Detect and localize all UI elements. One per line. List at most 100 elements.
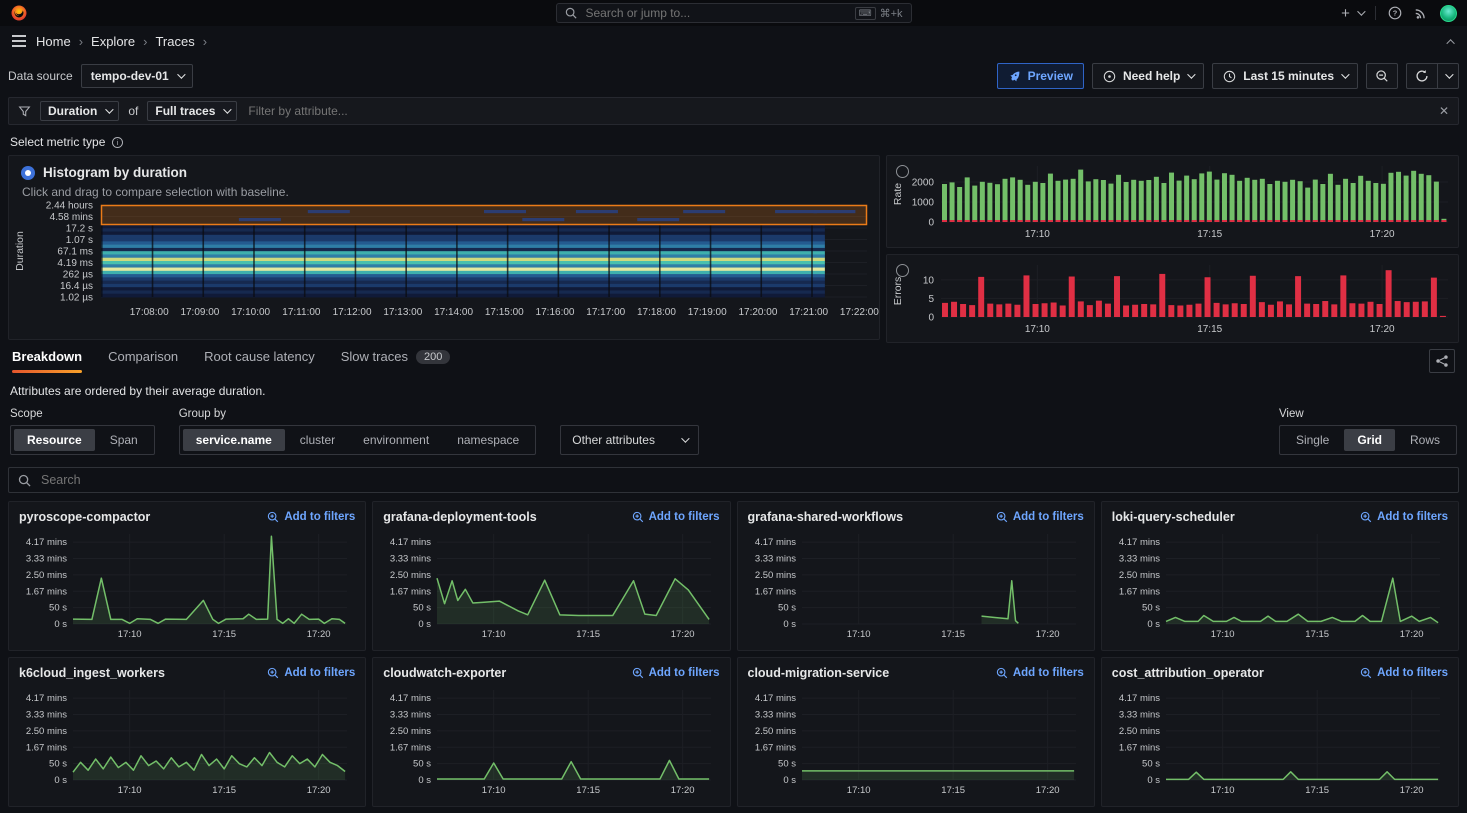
search-icon [18, 474, 31, 487]
svg-text:17:15: 17:15 [577, 629, 601, 640]
svg-text:17:10: 17:10 [482, 629, 506, 640]
add-to-filters-button[interactable]: Add to filters [996, 511, 1084, 523]
errors-radio[interactable] [896, 264, 909, 277]
svg-text:17:20: 17:20 [307, 785, 331, 796]
svg-text:17:20:00: 17:20:00 [738, 307, 777, 318]
svg-text:17:15: 17:15 [1305, 629, 1329, 640]
rate-radio[interactable] [896, 165, 909, 178]
svg-text:3.33 mins: 3.33 mins [1119, 710, 1160, 721]
info-icon[interactable]: i [111, 136, 124, 149]
svg-text:50 s: 50 s [413, 603, 431, 614]
need-help-button[interactable]: Need help [1092, 63, 1204, 89]
tab-root-cause-latency[interactable]: Root cause latency [204, 349, 315, 373]
service-trend-chart[interactable]: 4.17 mins3.33 mins2.50 mins1.67 mins50 s… [19, 684, 355, 798]
service-card: pyroscope-compactorAdd to filters4.17 mi… [8, 501, 366, 651]
service-card-title: cloudwatch-exporter [383, 666, 506, 680]
duration-select[interactable]: Duration [40, 101, 119, 121]
add-to-filters-button[interactable]: Add to filters [267, 667, 355, 679]
view-grid-option[interactable]: Grid [1344, 429, 1395, 451]
tab-slow-traces[interactable]: Slow traces 200 [341, 349, 451, 373]
svg-text:17:21:00: 17:21:00 [789, 307, 828, 318]
duration-heatmap[interactable]: 2.44 hours4.58 mins17.2 s1.07 s67.1 ms4.… [9, 201, 879, 323]
svg-text:17:10:00: 17:10:00 [231, 307, 270, 318]
help-icon[interactable]: ? [1388, 6, 1402, 20]
breadcrumb-home[interactable]: Home [36, 34, 71, 49]
svg-text:4.17 mins: 4.17 mins [390, 537, 431, 548]
svg-text:17.2 s: 17.2 s [66, 224, 93, 235]
svg-text:1.67 mins: 1.67 mins [26, 742, 67, 753]
tab-comparison[interactable]: Comparison [108, 349, 178, 373]
menu-toggle-icon[interactable] [12, 35, 26, 47]
scope-span-option[interactable]: Span [97, 429, 151, 451]
chevron-down-icon [1187, 70, 1195, 78]
datasource-picker[interactable]: tempo-dev-01 [81, 64, 193, 88]
share-button[interactable] [1429, 349, 1455, 373]
svg-text:4.17 mins: 4.17 mins [26, 537, 67, 548]
add-to-filters-button[interactable]: Add to filters [632, 511, 720, 523]
svg-text:1.67 mins: 1.67 mins [26, 586, 67, 597]
global-search-input[interactable] [584, 5, 848, 21]
datasource-label: Data source [8, 69, 73, 83]
add-to-filters-button[interactable]: Add to filters [632, 667, 720, 679]
add-to-filters-button[interactable]: Add to filters [1360, 511, 1448, 523]
svg-text:17:20: 17:20 [1400, 785, 1424, 796]
magnifier-plus-icon [996, 667, 1008, 679]
global-search[interactable]: ⌨ ⌘+k [556, 3, 912, 23]
view-rows-option[interactable]: Rows [1397, 429, 1453, 451]
svg-text:17:09:00: 17:09:00 [180, 307, 219, 318]
svg-text:50 s: 50 s [1142, 759, 1160, 770]
svg-text:17:20: 17:20 [1035, 629, 1059, 640]
preview-button[interactable]: Preview [997, 63, 1084, 89]
groupby-environment-option[interactable]: environment [350, 429, 442, 451]
news-rss-icon[interactable] [1414, 6, 1428, 20]
groupby-namespace-option[interactable]: namespace [444, 429, 532, 451]
svg-text:17:12:00: 17:12:00 [333, 307, 372, 318]
time-range-picker[interactable]: Last 15 minutes [1212, 63, 1358, 89]
groupby-cluster-option[interactable]: cluster [287, 429, 348, 451]
service-trend-chart[interactable]: 4.17 mins3.33 mins2.50 mins1.67 mins50 s… [748, 528, 1084, 642]
tab-breakdown[interactable]: Breakdown [12, 349, 82, 373]
service-trend-chart[interactable]: 4.17 mins3.33 mins2.50 mins1.67 mins50 s… [748, 684, 1084, 798]
errors-bar-chart[interactable]: 051017:1017:1517:20Errors [887, 255, 1458, 339]
svg-text:0: 0 [928, 218, 934, 229]
clear-filter-icon[interactable]: ✕ [1439, 104, 1449, 118]
refresh-button[interactable] [1406, 63, 1438, 89]
service-trend-chart[interactable]: 4.17 mins3.33 mins2.50 mins1.67 mins50 s… [19, 528, 355, 642]
svg-text:2.50 mins: 2.50 mins [754, 570, 795, 581]
add-menu-button[interactable]: + [1341, 5, 1363, 22]
share-nodes-icon [1435, 354, 1449, 368]
attribute-filter-input[interactable] [246, 103, 1430, 119]
svg-text:i: i [117, 138, 119, 147]
add-to-filters-button[interactable]: Add to filters [267, 511, 355, 523]
add-to-filters-button[interactable]: Add to filters [1360, 667, 1448, 679]
rate-bar-chart[interactable]: 01000200017:1017:1517:20Rate [887, 156, 1458, 244]
histogram-radio-selected[interactable] [21, 166, 35, 180]
svg-text:1.67 mins: 1.67 mins [1119, 586, 1160, 597]
user-avatar[interactable] [1440, 5, 1457, 22]
refresh-interval-button[interactable] [1438, 63, 1459, 89]
service-trend-chart[interactable]: 4.17 mins3.33 mins2.50 mins1.67 mins50 s… [383, 528, 719, 642]
collapse-header-button[interactable] [1449, 34, 1455, 48]
service-trend-chart[interactable]: 4.17 mins3.33 mins2.50 mins1.67 mins50 s… [1112, 528, 1448, 642]
groupby-service-name-option[interactable]: service.name [183, 429, 285, 451]
zoom-out-icon [1375, 69, 1389, 83]
chevron-down-icon [177, 70, 185, 78]
service-search-input[interactable] [39, 472, 1449, 488]
svg-text:17:15: 17:15 [1305, 785, 1329, 796]
breadcrumb-explore[interactable]: Explore [91, 34, 135, 49]
svg-text:1.67 mins: 1.67 mins [1119, 742, 1160, 753]
scope-resource-option[interactable]: Resource [14, 429, 95, 451]
add-to-filters-button[interactable]: Add to filters [996, 667, 1084, 679]
svg-text:2.50 mins: 2.50 mins [390, 570, 431, 581]
service-trend-chart[interactable]: 4.17 mins3.33 mins2.50 mins1.67 mins50 s… [383, 684, 719, 798]
grafana-logo-icon[interactable] [10, 4, 28, 22]
view-single-option[interactable]: Single [1283, 429, 1342, 451]
traces-type-select[interactable]: Full traces [147, 101, 237, 121]
groupby-control: Group by service.name cluster environmen… [179, 408, 537, 455]
svg-text:262 µs: 262 µs [63, 270, 93, 281]
zoom-out-button[interactable] [1366, 63, 1398, 89]
service-trend-chart[interactable]: 4.17 mins3.33 mins2.50 mins1.67 mins50 s… [1112, 684, 1448, 798]
other-attributes-select[interactable]: Other attributes [560, 425, 699, 455]
service-cards-grid: pyroscope-compactorAdd to filters4.17 mi… [8, 501, 1459, 807]
breadcrumb-traces[interactable]: Traces [155, 34, 194, 49]
